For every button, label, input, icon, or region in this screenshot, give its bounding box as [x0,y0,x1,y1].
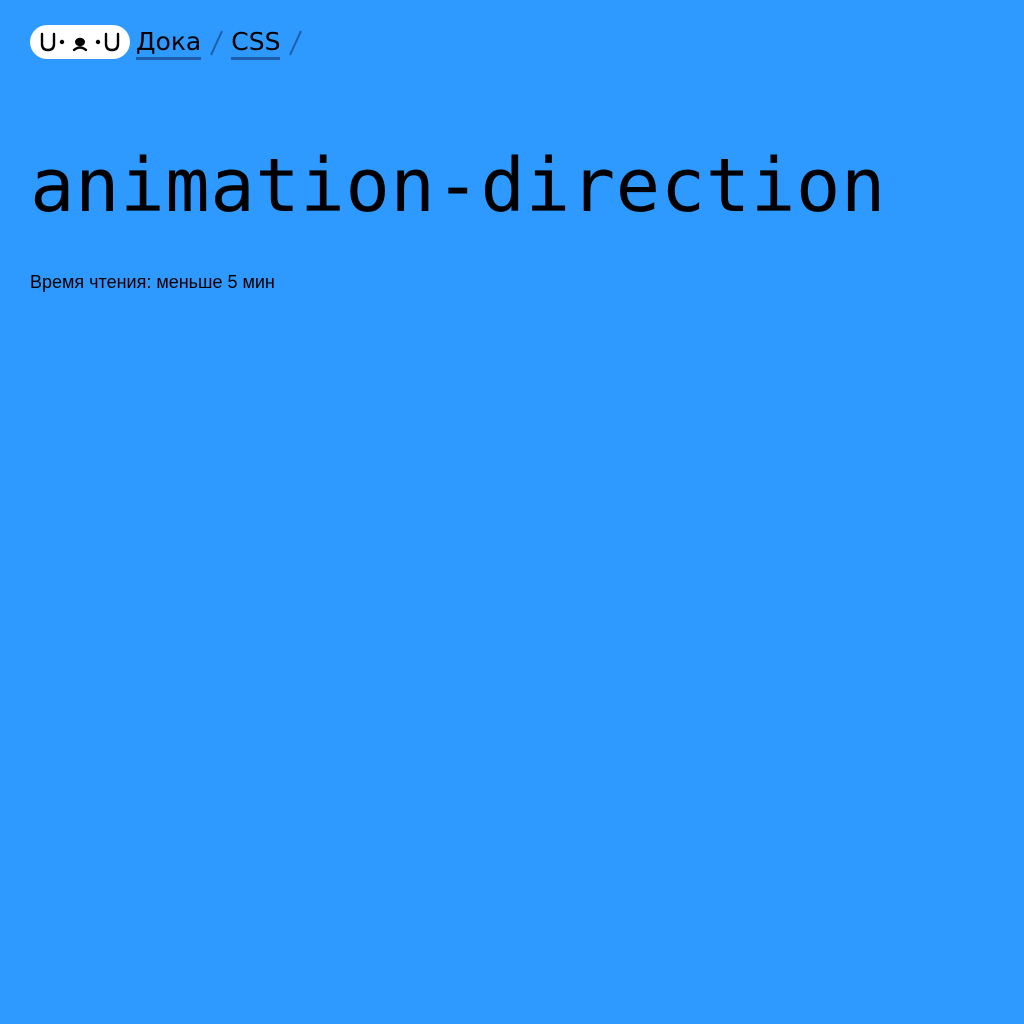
breadcrumb-css[interactable]: CSS [231,27,281,60]
site-header: Дока CSS [30,22,310,62]
breadcrumb-doka[interactable]: Дока [136,27,202,60]
breadcrumb-separator-icon [288,27,303,57]
logo-home-link[interactable] [30,25,130,59]
breadcrumb-separator-icon [209,27,224,57]
page-title: animation-direction [30,143,886,229]
dog-face-logo-icon [40,32,120,52]
reading-time: Время чтения: меньше 5 мин [30,272,275,292]
